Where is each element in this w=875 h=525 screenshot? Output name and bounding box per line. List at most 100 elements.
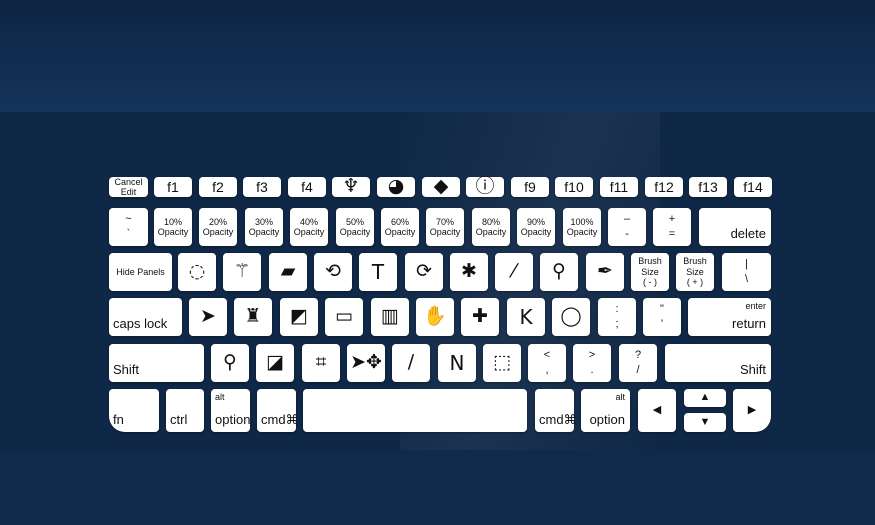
key-f12[interactable]: f12 [645,177,683,197]
key-label: 10% Opacity [157,216,189,237]
key-space[interactable] [303,389,527,432]
key-screen-mode[interactable]: ▭ [325,298,363,336]
key-20[interactable]: 20% Opacity [199,208,237,246]
key-info[interactable]: ⓘ [466,176,504,197]
key-arrow-left[interactable]: ◀ [638,389,676,432]
key-70[interactable]: 70% Opacity [426,208,464,246]
key-label: f2 [212,178,224,195]
swap-colors-icon: ◪ [266,351,284,374]
key-f4[interactable]: f4 [288,177,326,197]
key-f3[interactable]: f3 [243,177,281,197]
key-return[interactable]: enter return [688,298,771,336]
key-layers[interactable]: ◆ [422,175,460,198]
key-label: Brush Size ( - ) [638,256,662,288]
palette-icon: ◕ [387,175,405,198]
key-shift[interactable]: Shift [109,344,204,382]
key-palette[interactable]: ◕ [377,175,415,198]
key-symbol[interactable]: : ; [598,298,636,336]
key-symbol[interactable]: < , [528,344,566,382]
pen-tool-icon: ✒ [597,260,613,283]
key-n[interactable]: N [438,344,476,382]
key-art-history[interactable]: ⟳ [405,253,443,291]
key-f11[interactable]: f11 [600,177,638,197]
key-lasso[interactable]: ◯ [552,298,590,336]
key-crop[interactable]: ⌗ [302,344,340,382]
key-move-arrow[interactable]: ➤ [189,298,227,336]
key-swap-colors[interactable]: ◪ [256,344,294,382]
key-eraser[interactable]: ▰ [269,253,307,291]
key-100[interactable]: 100% Opacity [563,208,601,246]
key-symbol[interactable]: – - [608,208,646,246]
key-cmd[interactable]: cmd⌘ [257,389,299,432]
key-caps-lock[interactable]: caps lock [109,298,182,336]
key-symbol[interactable]: ? / [619,344,657,382]
key-f9[interactable]: f9 [511,177,549,197]
key-symbol[interactable]: ~ ` [109,208,148,246]
key-f10[interactable]: f10 [555,177,593,197]
key-f2[interactable]: f2 [199,177,237,197]
key-shift[interactable]: Shift [665,344,771,382]
key-brush[interactable]: Brush Size ( - ) [631,253,669,291]
key-symbol[interactable]: " ' [643,298,681,336]
key-k[interactable]: K [507,298,545,336]
key-hand[interactable]: ✋ [416,298,454,336]
key-eyedropper[interactable]: ⁄ [495,253,533,291]
key-60[interactable]: 60% Opacity [381,208,419,246]
key-cmd[interactable]: cmd⌘ [535,389,577,432]
key-40[interactable]: 40% Opacity [290,208,328,246]
key-option[interactable]: alt option [211,389,250,432]
healing-brush-icon: ✚ [472,305,488,328]
key-path-selection[interactable]: ➤✥ [347,344,385,382]
layers-icon: ◆ [433,175,449,198]
key-10[interactable]: 10% Opacity [154,208,192,246]
elliptical-marquee-icon: ◌ [188,260,206,283]
key-pen-tool[interactable]: ✒ [586,253,624,291]
key-label: f9 [524,178,536,195]
key-label: f1 [167,178,179,195]
key-arrow-right[interactable]: ▶ [733,389,771,432]
key-30[interactable]: 30% Opacity [245,208,283,246]
key-label: 40% Opacity [293,216,325,237]
key-puppet[interactable]: ✱ [450,253,488,291]
key-label: Shift [113,362,140,378]
key-symbol[interactable]: + = [653,208,691,246]
key-magnifier[interactable]: ⚲ [211,344,249,382]
key-magic-wand[interactable]: ⚚ [223,253,261,291]
key-elliptical-marquee[interactable]: ◌ [178,253,216,291]
key-zoom[interactable]: ⚲ [540,253,578,291]
key-stamp[interactable]: ♜ [234,298,272,336]
key-label: delete [730,226,766,242]
key-puppet-warp[interactable]: ♆ [332,176,370,197]
key-option[interactable]: alt option [581,389,630,432]
key-default-colors[interactable]: ◩ [280,298,318,336]
key-arrow-up[interactable]: ▲ [684,389,726,407]
key-cancel[interactable]: Cancel Edit [109,177,148,197]
key-healing-brush[interactable]: ✚ [461,298,499,336]
key-label: Cancel Edit [114,176,143,197]
key-90[interactable]: 90% Opacity [517,208,555,246]
key-arrow-down[interactable]: ▼ [684,413,726,432]
key-gradient[interactable]: ▥ [371,298,409,336]
key-brush[interactable]: Brush Size ( + ) [676,253,714,291]
key-type-tool[interactable]: T [359,253,397,291]
key-symbol[interactable]: | \ [722,253,771,291]
magnifier-icon: ⚲ [223,351,237,374]
key-label: f14 [743,178,763,195]
key-f14[interactable]: f14 [734,177,772,197]
key-history-brush[interactable]: ⟲ [314,253,352,291]
key-rectangular-marquee[interactable]: ⬚ [483,344,521,382]
key-80[interactable]: 80% Opacity [472,208,510,246]
key-brush[interactable]: ∕ [392,344,430,382]
arrow-right-icon: ▶ [747,403,757,416]
key-delete[interactable]: delete [699,208,771,246]
key-symbol[interactable]: > . [573,344,611,382]
key-fn[interactable]: fn [109,389,159,432]
key-f13[interactable]: f13 [689,177,727,197]
key-50[interactable]: 50% Opacity [336,208,374,246]
key-hide-panels[interactable]: Hide Panels [109,253,172,291]
key-f1[interactable]: f1 [154,177,192,197]
key-label: f12 [654,178,674,195]
key-label: Hide Panels [116,266,165,277]
key-label: K [519,304,533,329]
key-ctrl[interactable]: ctrl [166,389,204,432]
